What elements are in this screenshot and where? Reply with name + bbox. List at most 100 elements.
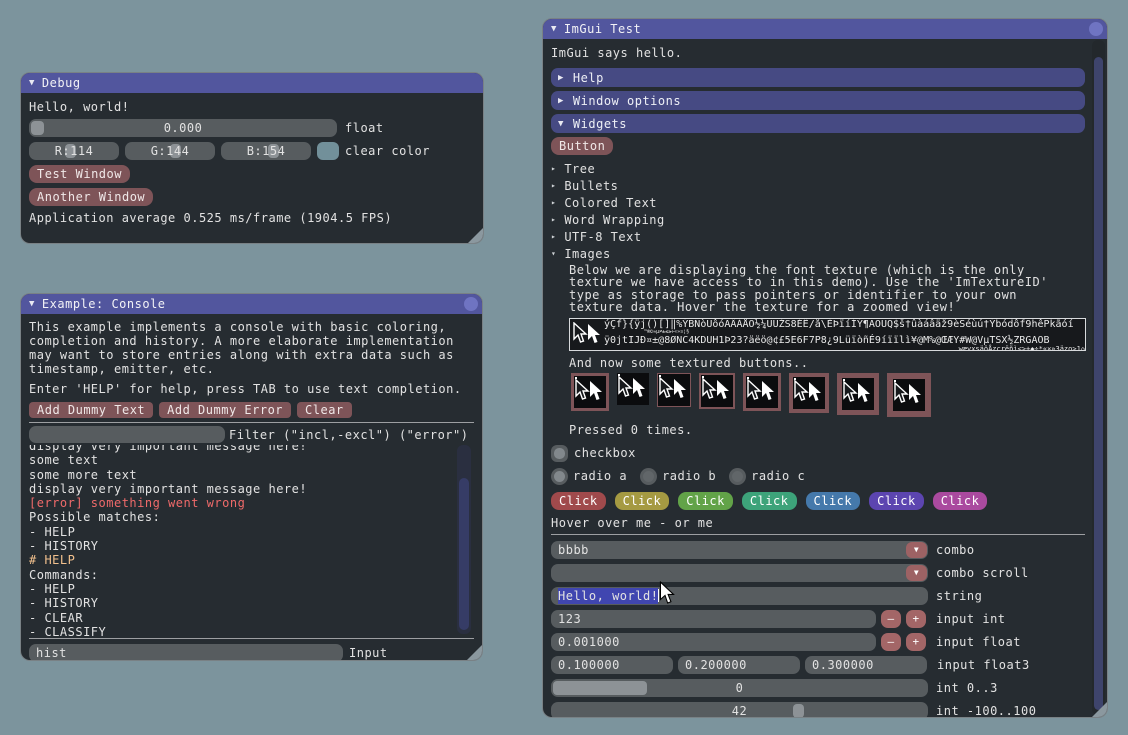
combo-scroll[interactable]: ▼ (551, 564, 928, 582)
test-window-button[interactable]: Test Window (29, 165, 130, 183)
image-button-3[interactable] (657, 373, 691, 407)
resize-grip[interactable] (467, 645, 482, 660)
click-button-7[interactable]: Click (933, 492, 988, 510)
tree-node-word-wrapping[interactable]: ▸Word Wrapping (551, 211, 1085, 228)
click-button-3[interactable]: Click (678, 492, 733, 510)
string-input[interactable]: Hello, world! (551, 587, 928, 605)
intro-text: completion and history. A more elaborate… (29, 334, 474, 348)
image-button-4[interactable] (699, 373, 735, 409)
header-window-options[interactable]: ▶ Window options (551, 91, 1085, 110)
input-int-field[interactable]: 123 (551, 610, 876, 628)
radio-a[interactable] (551, 468, 568, 485)
header-widgets[interactable]: ▼ Widgets (551, 114, 1085, 133)
click-button-4[interactable]: Click (742, 492, 797, 510)
log-line: - CLASSIFY (29, 625, 448, 636)
slider-value: 0.000 (164, 121, 203, 135)
image-button-8[interactable] (887, 373, 931, 417)
image-button-7[interactable] (837, 373, 879, 415)
slider-grab[interactable] (31, 121, 44, 135)
filter-input[interactable] (29, 426, 225, 443)
radio-c[interactable] (729, 468, 746, 485)
window-scrollbar[interactable] (1092, 40, 1105, 715)
slider-grab[interactable] (553, 681, 647, 695)
debug-titlebar[interactable]: ▼ Debug (21, 73, 483, 93)
button-widget[interactable]: Button (551, 137, 613, 155)
color-r-slider[interactable]: R:114 (29, 142, 119, 160)
increment-button[interactable]: + (906, 633, 926, 651)
color-b-slider[interactable]: B:154 (221, 142, 311, 160)
input-float3-y[interactable]: 0.200000 (678, 656, 800, 674)
close-button[interactable] (1089, 22, 1103, 36)
input-float3-x[interactable]: 0.100000 (551, 656, 673, 674)
close-button[interactable] (464, 297, 478, 311)
slider-grab[interactable] (793, 704, 804, 718)
click-button-1[interactable]: Click (551, 492, 606, 510)
clear-color-swatch[interactable] (317, 142, 339, 160)
float-label: float (345, 121, 384, 135)
collapsed-arrow-icon: ▶ (558, 96, 564, 106)
combo-arrow-icon[interactable]: ▼ (906, 565, 927, 581)
image-buttons-row (571, 373, 1085, 417)
tree-node-utf8[interactable]: ▸UTF-8 Text (551, 228, 1085, 245)
decrement-button[interactable]: – (881, 633, 901, 651)
collapsed-arrow-icon: ▶ (558, 73, 564, 83)
window-title: Debug (42, 76, 81, 90)
pressed-counter-text: Pressed 0 times. (569, 423, 1085, 437)
add-dummy-text-button[interactable]: Add Dummy Text (29, 402, 153, 418)
click-button-6[interactable]: Click (869, 492, 924, 510)
tree-node-bullets[interactable]: ▸Bullets (551, 177, 1085, 194)
cursor-glyphs-icon (570, 322, 604, 346)
checkbox[interactable] (551, 445, 568, 462)
console-input[interactable]: hist (29, 644, 343, 661)
combo[interactable]: bbbb ▼ (551, 541, 928, 559)
input-float3-z[interactable]: 0.300000 (805, 656, 927, 674)
image-button-2[interactable] (617, 373, 649, 405)
log-line: some text (29, 453, 448, 467)
input-float-field[interactable]: 0.001000 (551, 633, 876, 651)
collapse-arrow-icon[interactable]: ▼ (29, 78, 35, 88)
combo-arrow-icon[interactable]: ▼ (906, 542, 927, 558)
radio-b[interactable] (640, 468, 657, 485)
resize-grip[interactable] (468, 228, 483, 243)
log-scrollbar-thumb[interactable] (459, 478, 469, 630)
console-titlebar[interactable]: ▼ Example: Console (21, 294, 482, 314)
font-texture-image[interactable]: ýÇf}{ÿj()[]‖%ÝBÑòÙôóÃÂÀÅÒ½¼ÙÛŽŠ8ÉÊ/å\ÈÞï… (569, 318, 1086, 351)
float-slider[interactable]: 0.000 (29, 119, 337, 137)
log-line: - HISTORY (29, 539, 448, 553)
clear-button[interactable]: Clear (297, 402, 352, 418)
log-scrollbar[interactable] (457, 445, 471, 634)
header-help[interactable]: ▶ Help (551, 68, 1085, 87)
imgui-test-titlebar[interactable]: ▼ ImGui Test (543, 19, 1107, 39)
increment-button[interactable]: + (906, 610, 926, 628)
color-g-slider[interactable]: G:144 (125, 142, 215, 160)
int-slider-neg100-100[interactable]: 42 (551, 702, 928, 718)
resize-grip[interactable] (1092, 702, 1107, 717)
image-button-6[interactable] (789, 373, 829, 413)
fps-stats-text: Application average 0.525 ms/frame (1904… (29, 211, 475, 225)
collapse-arrow-icon[interactable]: ▼ (29, 299, 35, 309)
separator (29, 422, 474, 423)
input-label: Input (349, 646, 388, 660)
hello-world-text: Hello, world! (29, 100, 475, 114)
console-log[interactable]: display very important message here! som… (29, 445, 474, 636)
combo-scroll-label: combo scroll (936, 566, 1029, 580)
image-button-1[interactable] (571, 373, 609, 411)
another-window-button[interactable]: Another Window (29, 188, 153, 206)
click-button-5[interactable]: Click (806, 492, 861, 510)
expanded-arrow-icon: ▼ (558, 119, 564, 129)
click-button-2[interactable]: Click (615, 492, 670, 510)
int-0-3-label: int 0..3 (936, 681, 998, 695)
filter-label: Filter ("incl,-excl") ("error") (229, 428, 468, 442)
input-float-label: input float (936, 635, 1021, 649)
image-button-5[interactable] (743, 373, 781, 411)
tree-node-tree[interactable]: ▸Tree (551, 160, 1085, 177)
window-scrollbar-thumb[interactable] (1094, 57, 1103, 710)
tree-node-images[interactable]: ▾Images (551, 245, 1085, 262)
add-dummy-error-button[interactable]: Add Dummy Error (159, 402, 291, 418)
log-line-error: [error] something went wrong (29, 496, 448, 510)
log-line: display very important message here! (29, 445, 448, 453)
int-slider-0-3[interactable]: 0 (551, 679, 928, 697)
tree-node-colored-text[interactable]: ▸Colored Text (551, 194, 1085, 211)
decrement-button[interactable]: – (881, 610, 901, 628)
collapse-arrow-icon[interactable]: ▼ (551, 24, 557, 34)
